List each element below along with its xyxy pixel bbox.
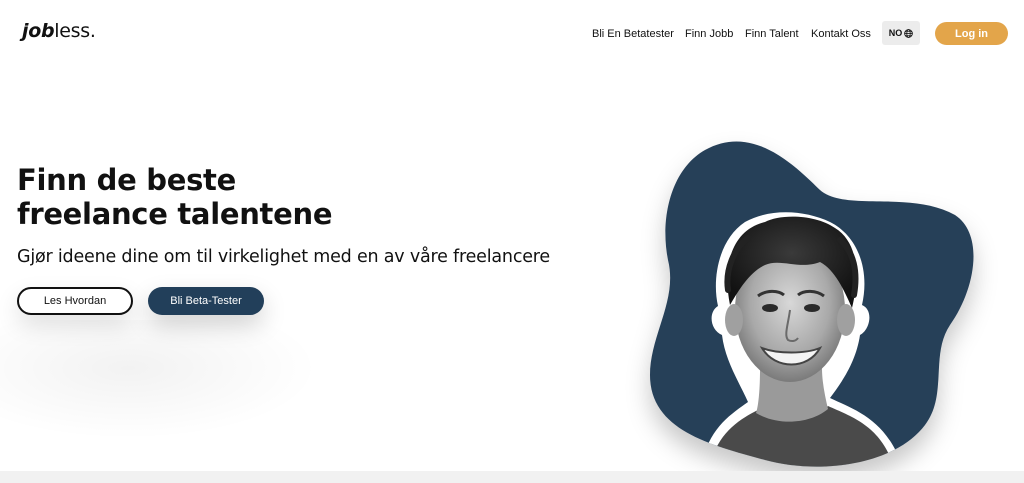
landing-page: jobless. Bli En Betatester Finn Jobb Fin…	[0, 0, 1024, 483]
globe-icon	[904, 28, 914, 38]
decorative-shadow	[0, 320, 320, 440]
language-button[interactable]: NO	[882, 21, 920, 45]
hero-subtitle: Gjør ideene dine om til virkelighet med …	[17, 247, 550, 267]
portrait-blob	[650, 141, 974, 467]
site-header: jobless. Bli En Betatester Finn Jobb Fin…	[0, 0, 1024, 68]
login-button[interactable]: Log in	[935, 22, 1008, 45]
nav-contact[interactable]: Kontakt Oss	[811, 28, 871, 40]
logo[interactable]: jobless.	[22, 20, 96, 42]
nav-beta-tester[interactable]: Bli En Betatester	[592, 28, 674, 40]
hero-title-line-1: Finn de beste	[17, 163, 236, 197]
nav-find-talent[interactable]: Finn Talent	[745, 28, 799, 40]
nav-find-job[interactable]: Finn Jobb	[685, 28, 733, 40]
hero-illustration	[630, 130, 990, 475]
logo-bold: job	[22, 20, 55, 42]
hero-title-line-2: freelance talentene	[17, 197, 333, 231]
beta-tester-button[interactable]: Bli Beta-Tester	[148, 287, 264, 315]
read-how-button[interactable]: Les Hvordan	[17, 287, 133, 315]
logo-light: less.	[54, 20, 96, 42]
section-divider	[0, 471, 1024, 483]
language-code: NO	[888, 28, 903, 38]
hero-title: Finn de beste freelance talentene	[17, 163, 333, 231]
